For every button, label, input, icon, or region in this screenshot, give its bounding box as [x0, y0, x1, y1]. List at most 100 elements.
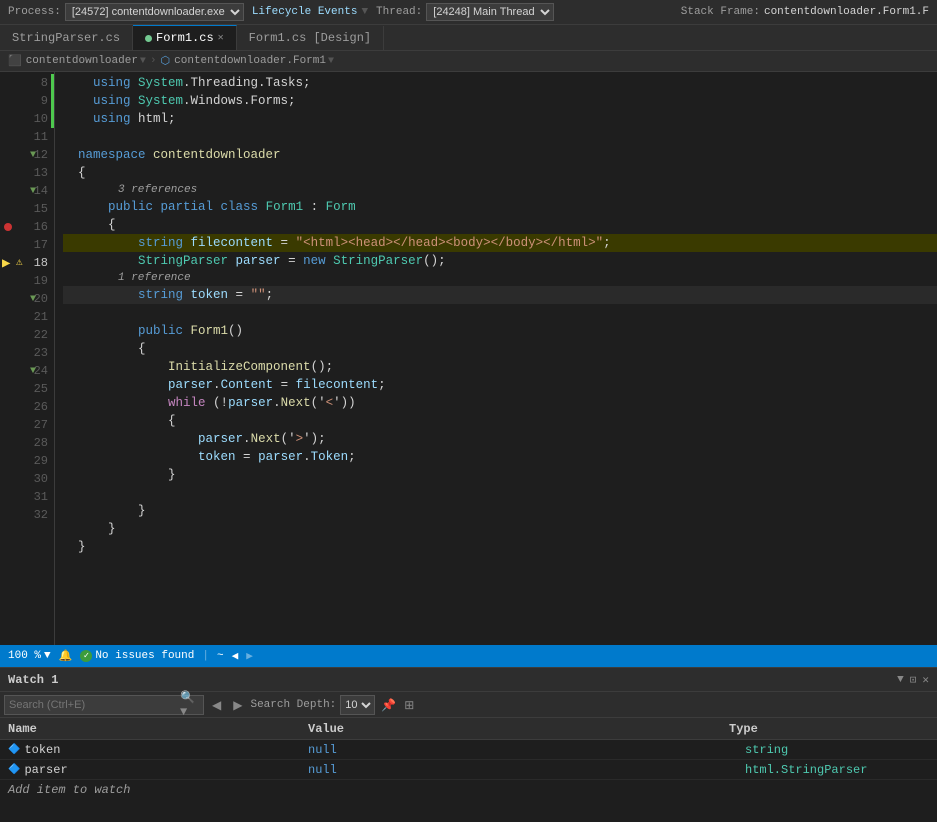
code-line-9: using System.Windows.Forms;	[63, 92, 937, 110]
line-24: ▼ 24	[0, 362, 54, 380]
tab-bar: StringParser.cs Form1.cs ✕ Form1.cs [Des…	[0, 25, 937, 51]
depth-select[interactable]: 10	[340, 695, 375, 715]
add-watch-label: Add item to watch	[8, 783, 130, 797]
watch-nav-back[interactable]: ◀	[208, 696, 225, 714]
line-10: 10	[0, 110, 54, 128]
process-label: Process:	[8, 6, 61, 18]
tab-label: StringParser.cs	[12, 31, 120, 45]
collapse-icon-20[interactable]: ▼	[30, 294, 36, 305]
line-15: 15	[0, 200, 54, 218]
watch-search-box[interactable]: 🔍▼	[4, 695, 204, 715]
code-line-17: StringParser parser = new StringParser()…	[63, 252, 937, 270]
tab-form1cs[interactable]: Form1.cs ✕	[133, 25, 237, 50]
process-bar: Process: [24572] contentdownloader.exe L…	[0, 0, 937, 25]
code-line-27: token = parser.Token;	[63, 448, 937, 466]
breadcrumb-left-text: contentdownloader	[26, 55, 138, 67]
watch-collapse-icon[interactable]: ▼	[897, 674, 904, 686]
squiggle-icon[interactable]: ~	[217, 650, 224, 662]
line-27: 27	[0, 416, 54, 434]
watch-cell-parser-name: 🔷 parser	[0, 763, 300, 777]
stackframe-value: contentdownloader.Form1.F	[764, 6, 929, 18]
stackframe-label: Stack Frame:	[681, 6, 760, 18]
watch-cell-token-name: 🔷 token	[0, 743, 300, 757]
line-28: 28	[0, 434, 54, 452]
watch-cell-token-type: string	[737, 743, 937, 757]
process-dropdown[interactable]: [24572] contentdownloader.exe	[65, 3, 244, 21]
breadcrumb-right[interactable]: contentdownloader.Form1 ▼	[174, 55, 334, 67]
zoom-text: 100 %	[8, 650, 41, 662]
code-line-8: using System.Threading.Tasks;	[63, 74, 937, 92]
thread-dropdown[interactable]: [24248] Main Thread	[426, 3, 554, 21]
watch-column-headers: Name Value Type	[0, 718, 937, 740]
tab-form1design[interactable]: Form1.cs [Design]	[237, 26, 384, 50]
line-19: 19	[0, 272, 54, 290]
watch-columns-icon[interactable]: ⊞	[402, 696, 416, 714]
code-line-11	[63, 128, 937, 146]
line-32: 32	[0, 506, 54, 524]
lifecycle-label[interactable]: Lifecycle Events	[252, 6, 358, 18]
watch-close-icon[interactable]: ✕	[922, 673, 929, 687]
code-line-21: {	[63, 340, 937, 358]
zoom-level[interactable]: 100 % ▼	[8, 650, 51, 662]
line-20: ▼ 20	[0, 290, 54, 308]
line-22: 22	[0, 326, 54, 344]
modified-dot	[145, 35, 152, 42]
watch-cell-token-value: null	[300, 743, 737, 757]
code-line-31: }	[63, 520, 937, 538]
code-line-14: public partial class Form1 : Form	[63, 198, 937, 216]
code-line-23: parser.Content = filecontent;	[63, 376, 937, 394]
breakpoint-dot[interactable]	[4, 223, 12, 231]
watch-row-parser[interactable]: 🔷 parser null html.StringParser	[0, 760, 937, 780]
col-header-value: Value	[300, 720, 721, 738]
code-editor[interactable]: using System.Threading.Tasks; using Syst…	[55, 72, 937, 645]
line-12: ▼ 12	[0, 146, 54, 164]
zoom-down-icon[interactable]: ▼	[44, 650, 51, 662]
breadcrumb-separator: ›	[150, 55, 157, 67]
watch-search-input[interactable]	[5, 699, 176, 711]
nav-prev-icon[interactable]: ◀	[232, 649, 239, 663]
code-line-28: }	[63, 466, 937, 484]
code-line-16: string filecontent = "<html><head></head…	[63, 234, 937, 252]
code-line-15: {	[63, 216, 937, 234]
line-17: 17	[0, 236, 54, 254]
nav-next-icon[interactable]: ▶	[246, 649, 253, 663]
line-29: 29	[0, 452, 54, 470]
tab-close-icon[interactable]: ✕	[218, 32, 224, 44]
code-line-26: parser.Next('>');	[63, 430, 937, 448]
line-30: 30	[0, 470, 54, 488]
watch-cell-parser-value: null	[300, 763, 737, 777]
watch-panel: Watch 1 ▼ ⊡ ✕ 🔍▼ ◀ ▶ Search Depth: 10 📌 …	[0, 667, 937, 822]
editor-area: 8 9 10 11 ▼ 12 13 ▼ 14 15 16 17 ▶ ⚠ 18 1…	[0, 72, 937, 645]
add-watch-item[interactable]: Add item to watch	[0, 780, 937, 800]
thread-label: Thread:	[376, 6, 422, 18]
line-13: 13	[0, 164, 54, 182]
code-line-22: InitializeComponent();	[63, 358, 937, 376]
bell-icon[interactable]: 🔔	[59, 649, 73, 663]
watch-pin-icon[interactable]: 📌	[379, 696, 398, 714]
warning-icon: ⚠	[16, 255, 23, 269]
breadcrumb-left[interactable]: contentdownloader ▼	[26, 55, 146, 67]
tab-label: Form1.cs [Design]	[249, 31, 371, 45]
watch-row-token[interactable]: 🔷 token null string	[0, 740, 937, 760]
line-26: 26	[0, 398, 54, 416]
collapse-icon-12[interactable]: ▼	[30, 150, 36, 161]
line-14: ▼ 14	[0, 182, 54, 200]
collapse-icon-24[interactable]: ▼	[30, 366, 36, 377]
code-line-30: }	[63, 502, 937, 520]
line-11: 11	[0, 128, 54, 146]
line-21: 21	[0, 308, 54, 326]
tab-stringparser[interactable]: StringParser.cs	[0, 26, 133, 50]
watch-nav-forward[interactable]: ▶	[229, 696, 246, 714]
issues-check-icon: ✓	[80, 650, 92, 662]
code-line-12: namespace contentdownloader	[63, 146, 937, 164]
line-9: 9	[0, 92, 54, 110]
collapse-icon-14[interactable]: ▼	[30, 186, 36, 197]
code-line-19	[63, 304, 937, 322]
watch-detach-icon[interactable]: ⊡	[910, 673, 917, 687]
watch-header-actions: ▼ ⊡ ✕	[897, 673, 929, 687]
tab-label: Form1.cs	[156, 31, 214, 45]
search-dropdown-icon[interactable]: 🔍▼	[176, 690, 203, 719]
line-31: 31	[0, 488, 54, 506]
line-16: 16	[0, 218, 54, 236]
line-18: ▶ ⚠ 18	[0, 254, 54, 272]
